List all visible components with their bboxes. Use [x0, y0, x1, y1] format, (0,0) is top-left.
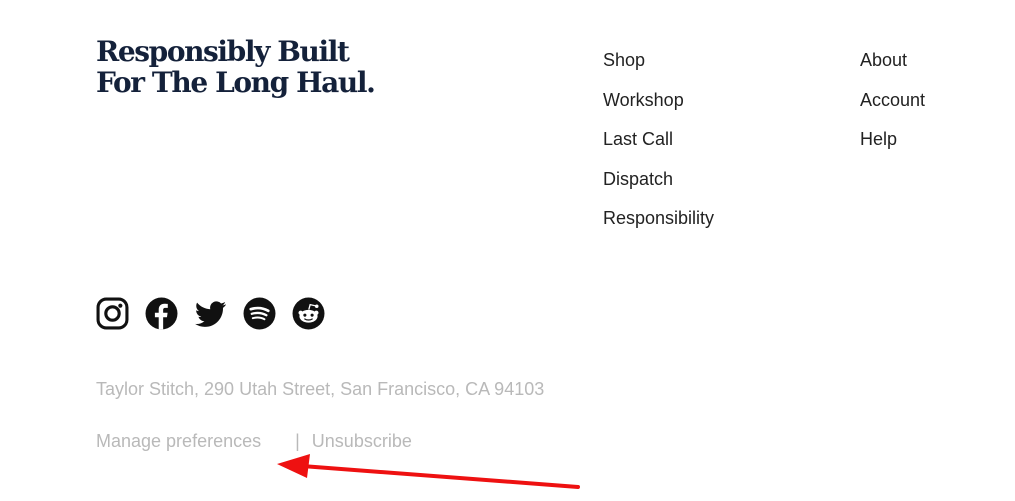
- nav-link-workshop[interactable]: Workshop: [603, 90, 684, 110]
- link-separator: |: [295, 431, 300, 451]
- subscription-links: Manage preferences | Unsubscribe: [96, 431, 412, 452]
- email-footer: Responsibly Built For The Long Haul. Sho…: [0, 0, 1015, 501]
- nav-link-account[interactable]: Account: [860, 90, 925, 110]
- reddit-icon[interactable]: [292, 297, 325, 330]
- company-address: Taylor Stitch, 290 Utah Street, San Fran…: [96, 379, 545, 399]
- nav-link-dispatch[interactable]: Dispatch: [603, 169, 673, 189]
- nav-link-about[interactable]: About: [860, 50, 907, 70]
- manage-preferences-link[interactable]: Manage preferences: [96, 431, 261, 451]
- tagline-line-1: Responsibly Built: [96, 35, 350, 68]
- tagline-line-2: For The Long Haul.: [96, 66, 376, 99]
- footer-nav-primary: Shop Workshop Last Call Dispatch Respons…: [603, 50, 714, 248]
- nav-link-responsibility[interactable]: Responsibility: [603, 208, 714, 228]
- nav-link-last-call[interactable]: Last Call: [603, 129, 673, 149]
- instagram-icon[interactable]: [96, 297, 129, 330]
- facebook-icon[interactable]: [145, 297, 178, 330]
- nav-link-shop[interactable]: Shop: [603, 50, 645, 70]
- spotify-icon[interactable]: [243, 297, 276, 330]
- social-links: [96, 297, 325, 330]
- brand-tagline: Responsibly Built For The Long Haul.: [96, 35, 376, 99]
- footer-nav-secondary: About Account Help: [860, 50, 925, 169]
- twitter-icon[interactable]: [194, 297, 227, 330]
- nav-link-help[interactable]: Help: [860, 129, 897, 149]
- unsubscribe-link[interactable]: Unsubscribe: [312, 431, 412, 451]
